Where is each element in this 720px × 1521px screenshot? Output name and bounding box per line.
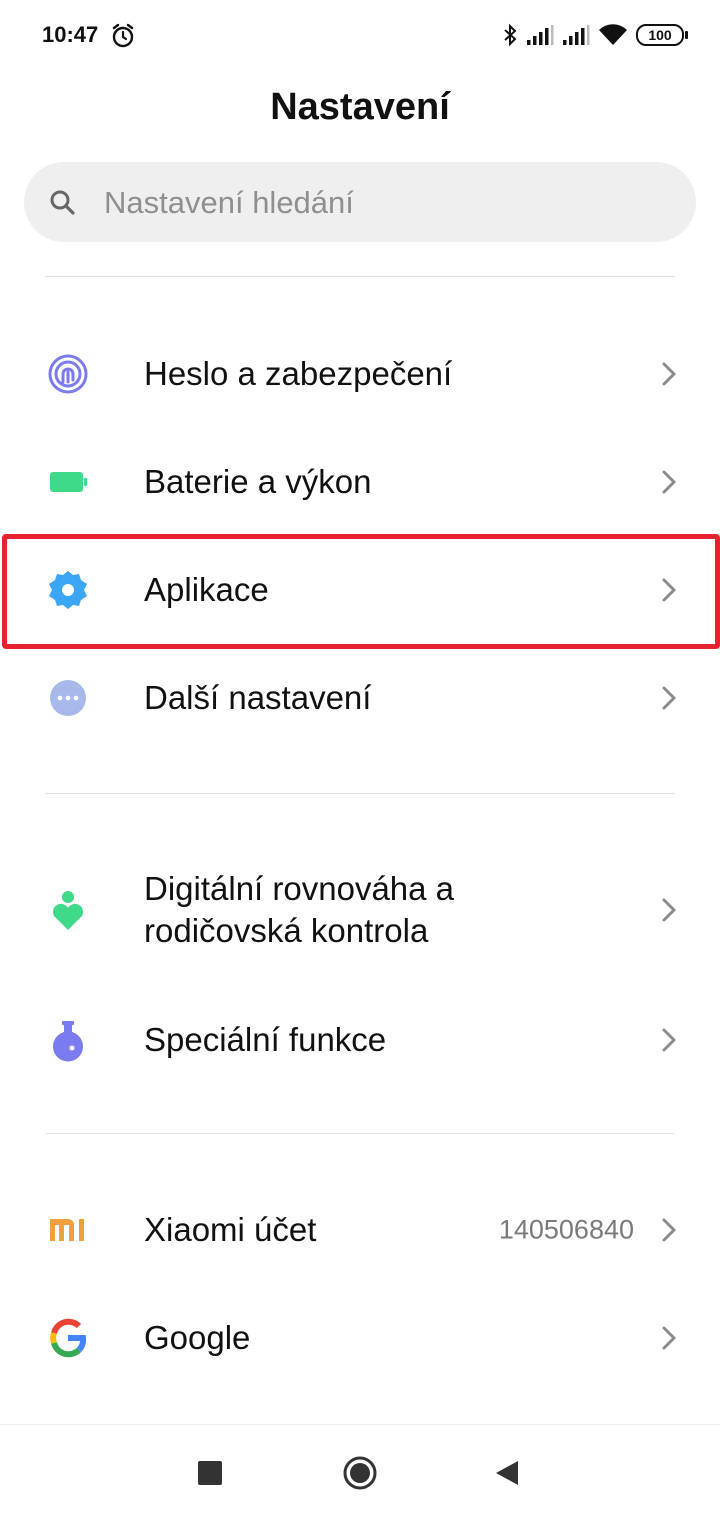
battery-level: 100: [648, 27, 672, 43]
chevron-right-icon: [662, 1218, 676, 1242]
settings-item-xiaomi-account[interactable]: Xiaomi účet 140506840: [0, 1176, 720, 1284]
back-button[interactable]: [494, 1459, 520, 1487]
mi-logo-icon: [50, 1219, 84, 1241]
gear-icon: [49, 571, 87, 609]
chevron-right-icon: [662, 578, 676, 602]
status-bar: 10:47 100: [0, 0, 720, 72]
signal-icon: [527, 25, 554, 45]
settings-item-digital-wellbeing[interactable]: Digitální rovnováha a rodičovská kontrol…: [0, 840, 720, 980]
settings-item-label: Heslo a zabezpečení: [144, 355, 453, 392]
flask-icon: [53, 1021, 83, 1062]
page-title: Nastavení: [270, 86, 450, 128]
navigation-bar: [0, 1424, 720, 1521]
settings-item-label: Aplikace: [144, 571, 269, 608]
chevron-right-icon: [662, 1028, 676, 1052]
search-icon: [50, 190, 75, 215]
settings-item-label-line2: rodičovská kontrola: [144, 912, 429, 949]
settings-item-label: Google: [144, 1319, 251, 1356]
bluetooth-icon: [504, 23, 517, 47]
fingerprint-icon: [48, 354, 88, 394]
settings-item-additional-settings[interactable]: Další nastavení: [0, 644, 720, 752]
chevron-right-icon: [662, 470, 676, 494]
search-input[interactable]: [102, 162, 666, 244]
chevron-right-icon: [662, 898, 676, 922]
divider: [45, 1133, 675, 1134]
status-time: 10:47: [42, 22, 99, 47]
divider: [45, 793, 675, 794]
search-box[interactable]: [24, 162, 696, 244]
settings-item-label: Další nastavení: [144, 679, 372, 716]
divider: [45, 276, 675, 277]
settings-item-apps[interactable]: Aplikace: [0, 536, 720, 644]
chevron-right-icon: [662, 1326, 676, 1350]
wifi-icon: [599, 24, 627, 45]
settings-item-label: Digitální rovnováha a rodičovská kontrol…: [144, 868, 454, 952]
settings-item-label: Speciální funkce: [144, 1021, 387, 1058]
chevron-right-icon: [662, 362, 676, 386]
settings-item-label: Xiaomi účet: [144, 1211, 317, 1248]
signal-icon: [563, 25, 590, 45]
chevron-right-icon: [662, 686, 676, 710]
account-id: 140506840: [498, 1214, 634, 1245]
alarm-icon: [112, 23, 134, 48]
settings-item-label-line1: Digitální rovnováha a: [144, 870, 455, 907]
home-button[interactable]: [342, 1455, 378, 1491]
settings-item-google[interactable]: Google: [0, 1284, 720, 1392]
person-heart-icon: [52, 891, 84, 930]
google-logo-icon: [50, 1318, 87, 1358]
settings-item-password-security[interactable]: Heslo a zabezpečení: [0, 320, 720, 428]
status-icons: 100: [502, 22, 688, 48]
battery-icon: 100: [636, 24, 688, 46]
settings-item-special-features[interactable]: Speciální funkce: [0, 986, 720, 1094]
more-dots-icon: [50, 680, 86, 716]
battery-icon: [50, 472, 87, 492]
settings-item-label: Baterie a výkon: [144, 463, 372, 500]
recents-button[interactable]: [198, 1461, 222, 1485]
settings-item-battery-performance[interactable]: Baterie a výkon: [0, 428, 720, 536]
